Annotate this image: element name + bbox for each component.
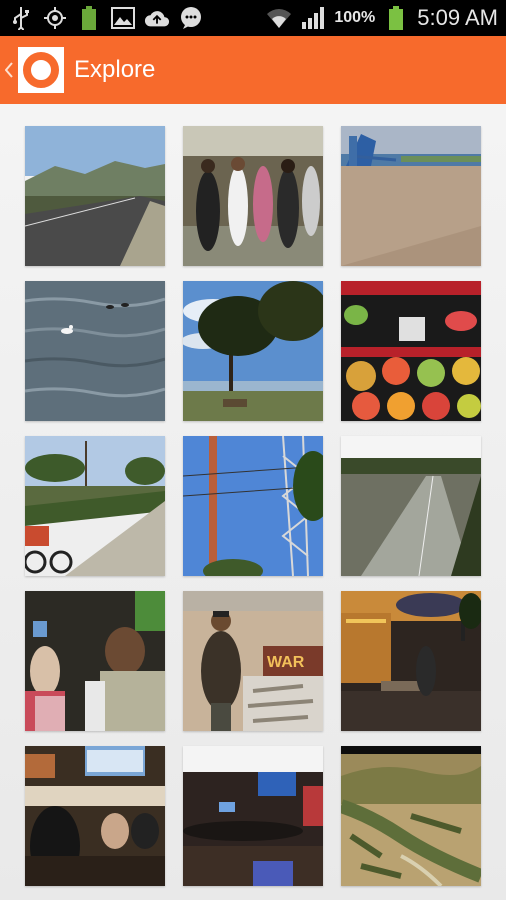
photo-tile-bar-patrons[interactable] — [25, 591, 165, 731]
action-bar: Explore — [0, 36, 506, 104]
photo-tile-paved-trail[interactable] — [341, 436, 481, 576]
battery-saver-icon — [76, 5, 102, 31]
photo-tile-man-at-art-booth[interactable]: WAR — [183, 591, 323, 731]
battery-percent: 100% — [334, 9, 376, 26]
explore-content: WAR — [0, 104, 506, 900]
photo-tile-beach-with-waterslides[interactable] — [341, 126, 481, 266]
status-bar: 100% 5:09 AM — [0, 0, 506, 36]
photo-tile-power-pole-and-tower[interactable] — [183, 436, 323, 576]
photo-tile-sports-bar-crowd[interactable] — [25, 746, 165, 886]
battery-icon — [383, 5, 409, 31]
photo-tile-bike-path-with-cyclist[interactable] — [25, 436, 165, 576]
photo-tile-fruit-cups-display[interactable] — [341, 281, 481, 421]
photo-tile-water-with-swan[interactable] — [25, 281, 165, 421]
page-title: Explore — [74, 56, 156, 83]
photo-tile-dark-bar-interior[interactable] — [183, 746, 323, 886]
photo-tile-road-with-hills[interactable] — [25, 126, 165, 266]
photo-tile-patio-at-dusk[interactable] — [341, 591, 481, 731]
gps-icon — [42, 5, 68, 31]
signal-icon — [300, 5, 326, 31]
status-time: 5:09 AM — [417, 5, 498, 30]
status-bar-notifications — [8, 0, 204, 36]
status-bar-system: 100% 5:09 AM — [266, 0, 498, 36]
gallery-icon — [110, 5, 136, 31]
photo-tile-crowd-of-people[interactable] — [183, 126, 323, 266]
ring-logo-icon[interactable] — [18, 47, 64, 93]
wifi-icon — [266, 5, 292, 31]
chat-icon — [178, 5, 204, 31]
usb-icon — [8, 5, 34, 31]
photo-tile-hillside-landscape[interactable] — [341, 746, 481, 886]
photo-grid: WAR — [25, 126, 481, 886]
photo-tile-tree-by-lake[interactable] — [183, 281, 323, 421]
svg-text:WAR: WAR — [267, 654, 305, 671]
cloud-upload-icon — [144, 5, 170, 31]
up-caret-icon[interactable] — [2, 36, 16, 104]
